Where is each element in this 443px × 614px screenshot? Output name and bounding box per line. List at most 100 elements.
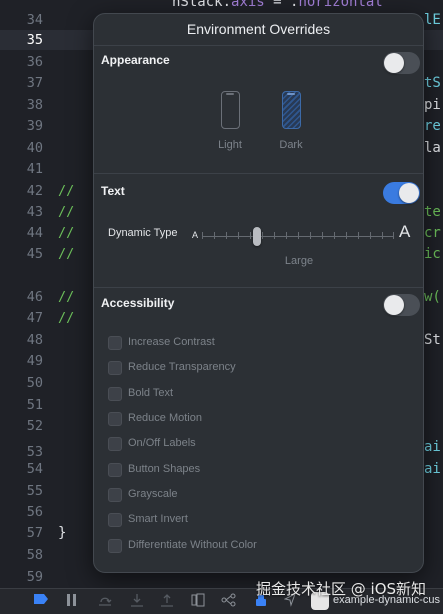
- code-fragment: cr: [424, 225, 441, 241]
- line-number: 49: [26, 353, 43, 369]
- dynamic-type-label: Dynamic Type: [108, 227, 178, 239]
- checkbox[interactable]: [108, 412, 122, 426]
- light-label: Light: [218, 139, 242, 151]
- code-token: horizontal: [298, 0, 383, 10]
- slider-tick: [382, 232, 383, 239]
- environment-overrides-popover: Environment Overrides Appearance Light D…: [93, 13, 424, 573]
- code-fragment: re: [424, 118, 441, 134]
- code-fragment: lE: [424, 12, 441, 28]
- slider-tick: [202, 232, 203, 239]
- line-number: 48: [26, 332, 43, 348]
- accessibility-toggle[interactable]: [383, 294, 420, 316]
- slider-tick: [310, 232, 311, 239]
- checkbox[interactable]: [108, 463, 122, 477]
- toggle-knob: [399, 183, 419, 203]
- line-number: 42: [26, 183, 43, 199]
- line-number: 50: [26, 375, 43, 391]
- large-text-size-icon: A: [399, 222, 411, 241]
- checkbox[interactable]: [108, 513, 122, 527]
- code-fragment: w(: [424, 289, 441, 305]
- accessibility-section-title: Accessibility: [101, 296, 175, 310]
- line-number: 52: [26, 418, 43, 434]
- watermark: 掘金技术社区 @ iOS新知: [256, 580, 427, 598]
- line-number: 43: [26, 204, 43, 220]
- line-number: 55: [26, 483, 43, 499]
- checkbox[interactable]: [108, 387, 122, 401]
- section-divider: [94, 287, 423, 288]
- option-label: Increase Contrast: [128, 336, 215, 348]
- line-number: 56: [26, 504, 43, 520]
- step-over-icon[interactable]: [98, 593, 112, 612]
- slider-tick: [274, 232, 275, 239]
- checkbox[interactable]: [108, 437, 122, 451]
- line-number: 41: [26, 161, 43, 177]
- memory-graph-icon[interactable]: [221, 593, 237, 612]
- line-number: 40: [26, 140, 43, 156]
- code-comment: //: [58, 204, 75, 220]
- code-fragment: ic: [424, 246, 441, 262]
- line-number: 45: [26, 246, 43, 262]
- checkbox[interactable]: [108, 361, 122, 375]
- line-number: 34: [26, 12, 43, 28]
- slider-tick: [226, 232, 227, 239]
- slider-tick: [286, 232, 287, 239]
- light-appearance-option[interactable]: [221, 91, 240, 129]
- code-comment: //: [58, 289, 75, 305]
- line-number: 38: [26, 97, 43, 113]
- code-fragment: la: [424, 140, 441, 156]
- code-fragment: ai: [424, 439, 441, 455]
- option-label: On/Off Labels: [128, 437, 196, 449]
- dark-label: Dark: [279, 139, 303, 151]
- code-fragment: pi: [424, 97, 441, 113]
- breakpoint-icon[interactable]: [33, 593, 49, 610]
- toggle-knob: [384, 295, 404, 315]
- line-number: 36: [26, 54, 43, 70]
- code-comment: //: [58, 310, 75, 326]
- step-into-icon[interactable]: [130, 593, 144, 612]
- dynamic-type-slider-thumb[interactable]: [253, 227, 261, 246]
- code-token: hStack.: [172, 0, 232, 10]
- line-number: 44: [26, 225, 43, 241]
- line-number: 37: [26, 75, 43, 91]
- code-comment: //: [58, 225, 75, 241]
- text-toggle[interactable]: [383, 182, 420, 204]
- code-line-34: hStack.axis = .horizontal: [172, 0, 383, 12]
- checkbox[interactable]: [108, 336, 122, 350]
- small-text-size-icon: A: [192, 230, 199, 240]
- slider-tick: [358, 232, 359, 239]
- slider-tick: [298, 232, 299, 239]
- slider-tick: [370, 232, 371, 239]
- appearance-toggle[interactable]: [383, 52, 420, 74]
- pause-icon[interactable]: [66, 593, 78, 612]
- code-token: axis: [231, 0, 265, 10]
- code-fragment: ai: [424, 461, 441, 477]
- code-fragment: te: [424, 204, 441, 220]
- code-comment: //: [58, 246, 75, 262]
- line-number: 58: [26, 547, 43, 563]
- slider-tick: [393, 232, 394, 239]
- popover-title: Environment Overrides: [94, 14, 423, 46]
- step-out-icon[interactable]: [160, 593, 174, 612]
- option-label: Differentiate Without Color: [128, 539, 257, 551]
- line-number: 57: [26, 525, 43, 541]
- checkbox[interactable]: [108, 539, 122, 553]
- section-divider: [94, 173, 423, 174]
- option-label: Reduce Motion: [128, 412, 202, 424]
- code-comment: //: [58, 183, 75, 199]
- slider-tick: [214, 232, 215, 239]
- dynamic-type-value: Large: [284, 255, 314, 267]
- phone-notch: [287, 93, 295, 95]
- checkbox[interactable]: [108, 488, 122, 502]
- view-hierarchy-icon[interactable]: [191, 593, 205, 612]
- code-token: = .: [264, 0, 299, 10]
- line-number: 51: [26, 397, 43, 413]
- code-fragment: St: [424, 332, 441, 348]
- closing-brace: }: [58, 525, 67, 541]
- slider-tick: [346, 232, 347, 239]
- line-number: 59: [26, 569, 43, 585]
- slider-tick: [262, 232, 263, 239]
- line-number: 39: [26, 118, 43, 134]
- option-label: Grayscale: [128, 488, 178, 500]
- slider-tick: [250, 232, 251, 239]
- dark-appearance-option[interactable]: [282, 91, 301, 129]
